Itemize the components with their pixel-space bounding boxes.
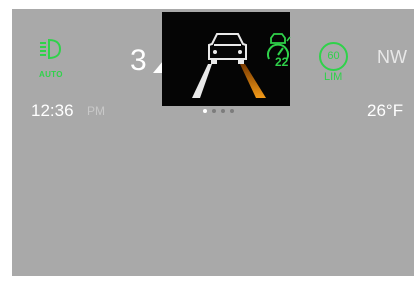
page-dot <box>212 109 216 113</box>
clock-period: PM <box>87 104 105 118</box>
compass-heading: NW <box>377 47 407 67</box>
speed-limit-sign: 60 <box>319 42 348 71</box>
page-dot <box>221 109 225 113</box>
outside-temperature: 26°F <box>367 101 404 120</box>
clock-time: 12:36 <box>31 101 74 120</box>
page-dot <box>230 109 234 113</box>
popup-page-indicator <box>203 109 234 113</box>
instrument-display: AUTO 3 22 60 LIM NW 12:36 PM 26°F <box>12 9 414 276</box>
headlight-auto-label: AUTO <box>39 70 63 79</box>
cruise-set-value: 22 <box>275 55 289 69</box>
auto-headlight-icon <box>40 38 62 60</box>
page-dot <box>203 109 207 113</box>
gear-indicator: 3 <box>130 44 147 77</box>
speed-limit-label: LIM <box>324 71 343 83</box>
driver-assist-popup: 22 <box>162 12 291 106</box>
